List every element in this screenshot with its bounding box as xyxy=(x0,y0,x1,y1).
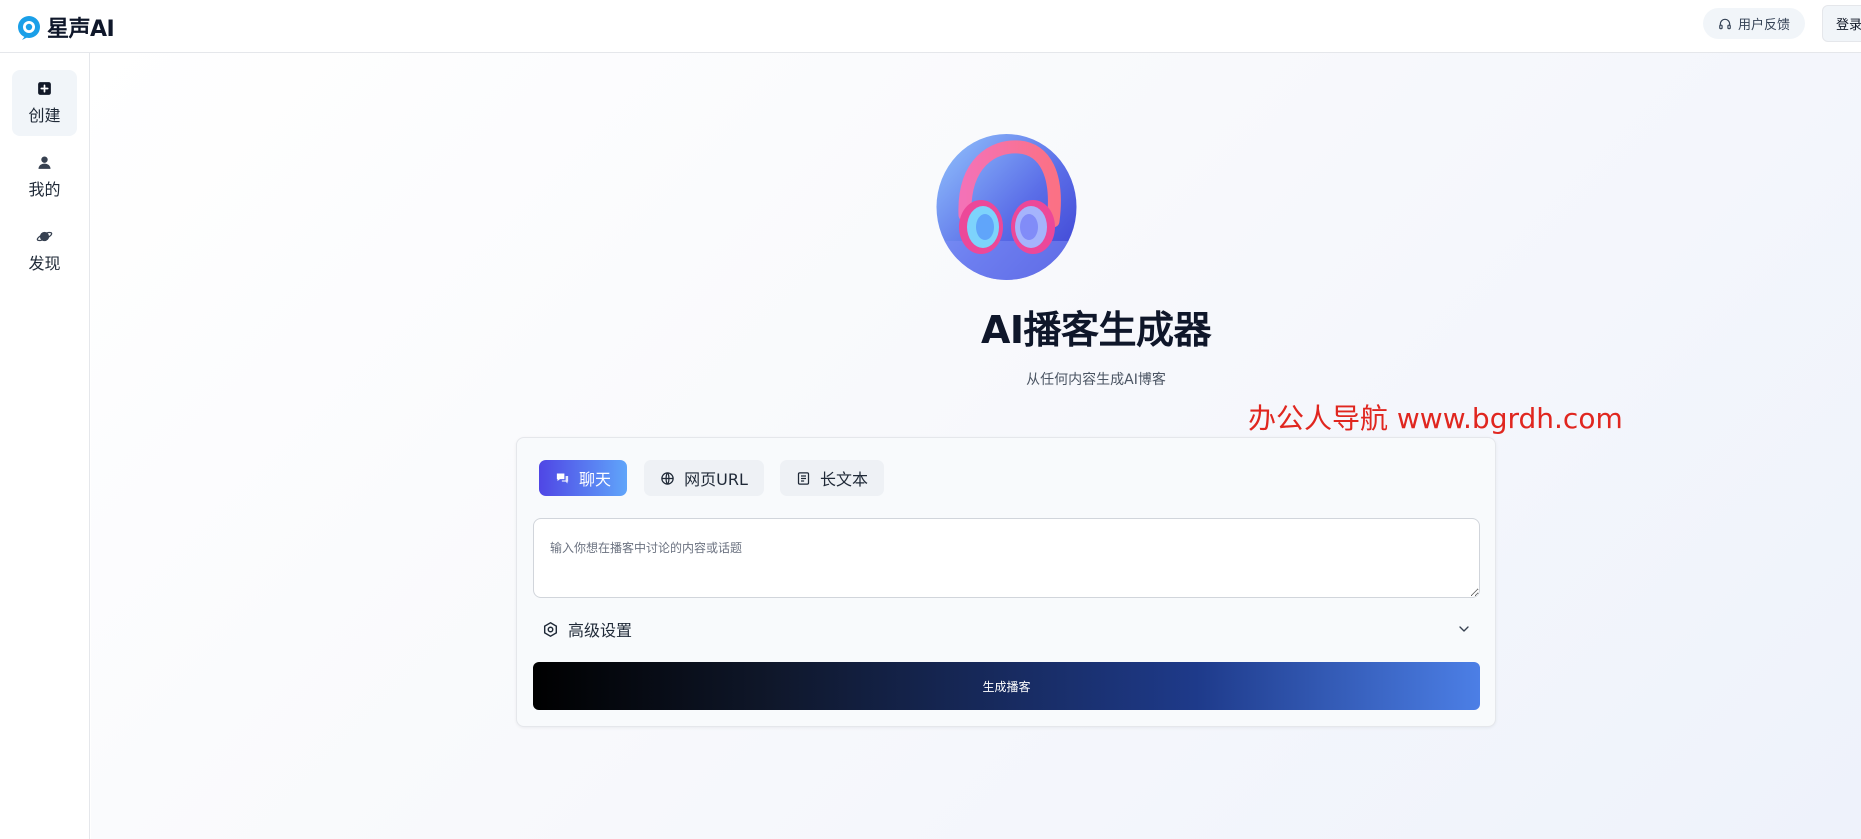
chevron-down-icon xyxy=(1459,626,1469,632)
top-bar: 星声AI 用户反馈 登录 xyxy=(0,0,1861,53)
page-subtitle: 从任何内容生成AI博客 xyxy=(1026,372,1166,388)
advanced-settings-label: 高级设置 xyxy=(568,621,633,640)
advanced-settings-toggle[interactable]: 高级设置 xyxy=(533,610,1480,648)
sidebar-item-label: 发现 xyxy=(28,254,61,273)
topic-input[interactable] xyxy=(533,518,1480,598)
app-logo[interactable]: 星声AI xyxy=(17,11,115,43)
headset-icon xyxy=(1719,18,1731,29)
feedback-label: 用户反馈 xyxy=(1737,18,1790,33)
sidebar-item-mine[interactable]: 我的 xyxy=(12,144,77,210)
page-title: AI播客生成器 xyxy=(980,308,1212,352)
sidebar-item-label: 创建 xyxy=(28,106,61,125)
tab-web-url[interactable]: 网页URL xyxy=(644,460,764,496)
main-content: AI播客生成器 从任何内容生成AI博客 办公人导航 www.bgrdh.com … xyxy=(91,53,1861,839)
generator-card: 聊天 网页URL 长文本 高级设置 xyxy=(516,437,1496,727)
sidebar: 创建 我的 发现 xyxy=(0,53,90,839)
chat-icon xyxy=(556,473,569,483)
document-icon xyxy=(797,471,810,485)
planet-icon xyxy=(36,231,53,242)
sidebar-item-discover[interactable]: 发现 xyxy=(12,218,77,284)
watermark-text: 办公人导航 www.bgrdh.com xyxy=(1248,402,1623,435)
login-button[interactable]: 登录 xyxy=(1822,5,1861,42)
tab-label: 长文本 xyxy=(819,470,868,489)
settings-icon xyxy=(543,621,558,637)
headphones-image xyxy=(936,134,1077,280)
sidebar-item-create[interactable]: 创建 xyxy=(12,70,77,136)
tab-label: 网页URL xyxy=(684,470,748,489)
tab-label: 聊天 xyxy=(578,470,611,489)
plus-square-icon xyxy=(38,82,51,95)
user-icon xyxy=(38,156,51,169)
tab-chat[interactable]: 聊天 xyxy=(539,460,627,496)
tab-long-text[interactable]: 长文本 xyxy=(780,460,884,496)
globe-icon xyxy=(661,471,674,485)
sidebar-item-label: 我的 xyxy=(28,180,61,199)
logo-text: 星声AI xyxy=(47,17,115,42)
feedback-button[interactable]: 用户反馈 xyxy=(1703,8,1805,39)
generate-podcast-button[interactable]: 生成播客 xyxy=(533,662,1480,710)
logo-icon xyxy=(18,16,40,40)
